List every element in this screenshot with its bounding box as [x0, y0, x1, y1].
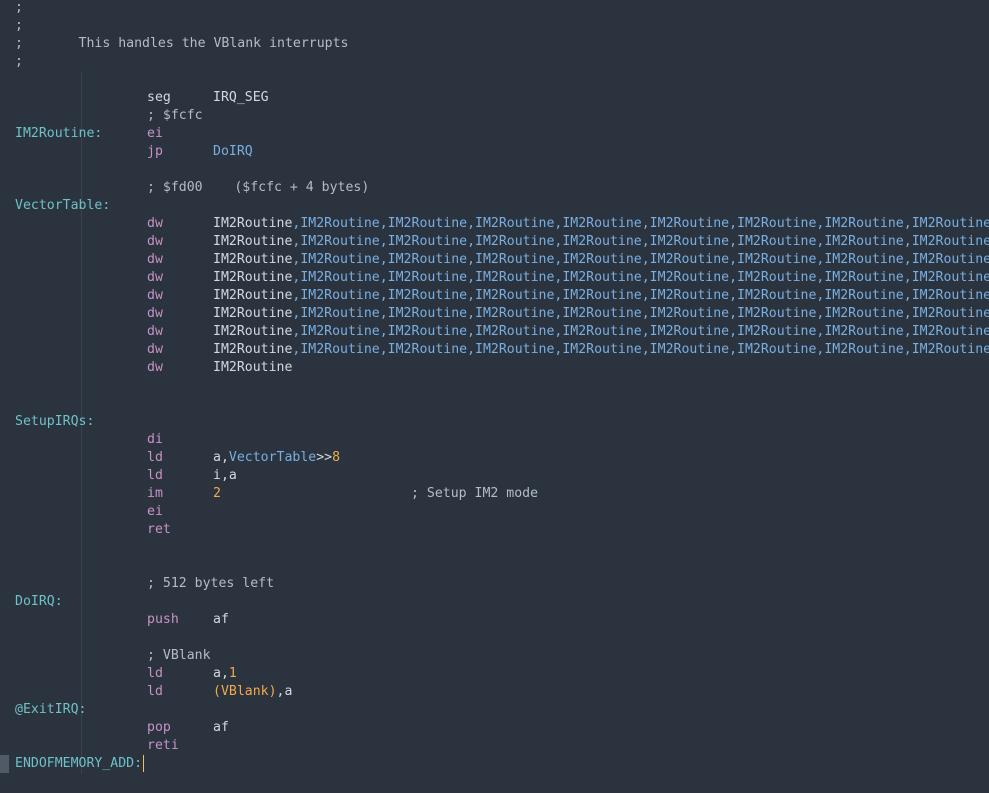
- instruction: ld: [147, 666, 163, 681]
- paren: (: [213, 684, 221, 699]
- instruction: jp: [147, 144, 163, 159]
- instruction: ei: [147, 504, 163, 519]
- instruction: ret: [147, 522, 171, 537]
- dw-operands-rest: ,IM2Routine,IM2Routine,IM2Routine,IM2Rou…: [292, 216, 989, 231]
- instruction: ld: [147, 450, 163, 465]
- dw-operands-rest: ,IM2Routine,IM2Routine,IM2Routine,IM2Rou…: [292, 270, 989, 285]
- code-line: @ExitIRQ:: [15, 701, 86, 719]
- instruction: dw: [147, 342, 163, 357]
- comment-text: ; $fcfc: [147, 108, 203, 123]
- label-exitirq: @ExitIRQ:: [15, 702, 87, 717]
- dw-operand: IM2Routine: [213, 216, 293, 231]
- symbol-ref: VBlank: [220, 684, 269, 699]
- current-code-line[interactable]: ENDOFMEMORY_ADD:: [15, 755, 145, 773]
- seg-operand: IRQ_SEG: [213, 90, 269, 105]
- operand: i,a: [213, 468, 237, 483]
- instruction: ei: [147, 126, 163, 141]
- code-line: ;: [15, 0, 23, 17]
- dw-operands-rest: ,IM2Routine,IM2Routine,IM2Routine,IM2Rou…: [292, 324, 989, 339]
- instruction: di: [147, 432, 163, 447]
- comment-text: ;: [15, 18, 23, 33]
- label-setupirqs: SetupIRQs:: [15, 414, 95, 429]
- label-vectortable: VectorTable:: [15, 198, 111, 213]
- dw-operands-rest: ,IM2Routine,IM2Routine,IM2Routine,IM2Rou…: [292, 288, 989, 303]
- code-line: DoIRQ:: [15, 593, 63, 611]
- instruction: dw: [147, 270, 163, 285]
- operand: a,: [213, 666, 229, 681]
- dw-operands-rest: ,IM2Routine,IM2Routine,IM2Routine,IM2Rou…: [292, 342, 989, 357]
- paren: ): [268, 684, 277, 699]
- label-im2routine: IM2Routine:: [15, 126, 103, 141]
- operand: af: [213, 612, 229, 627]
- code-editor[interactable]: ; ; ; This handles the VBlank interrupts…: [0, 0, 989, 793]
- dw-operand: IM2Routine: [213, 342, 293, 357]
- label-endofmemory: ENDOFMEMORY_ADD:: [15, 756, 143, 771]
- instruction: pop: [147, 720, 171, 735]
- instruction: im: [147, 486, 163, 501]
- number-literal: 2: [213, 486, 221, 501]
- comment-text: ; 512 bytes left: [147, 576, 275, 591]
- instruction: ld: [147, 684, 163, 699]
- instruction: dw: [147, 324, 163, 339]
- dw-operands-rest: ,IM2Routine,IM2Routine,IM2Routine,IM2Rou…: [292, 234, 989, 249]
- operand: ,a: [276, 684, 293, 699]
- comment-text: ; Setup IM2 mode: [411, 486, 539, 501]
- current-line-marker: [0, 755, 9, 773]
- dw-operands-rest: ,IM2Routine,IM2Routine,IM2Routine,IM2Rou…: [292, 306, 989, 321]
- comment-text: ; $fd00 ($fcfc + 4 bytes): [147, 180, 370, 195]
- dw-operand: IM2Routine: [213, 288, 293, 303]
- instruction: dw: [147, 288, 163, 303]
- dw-operand: IM2Routine: [213, 270, 293, 285]
- dw-operands-rest: ,IM2Routine,IM2Routine,IM2Routine,IM2Rou…: [292, 252, 989, 267]
- instruction: dw: [147, 252, 163, 267]
- instruction: dw: [147, 360, 163, 375]
- text-cursor: [143, 755, 145, 772]
- shift-operator: >>: [316, 450, 333, 465]
- code-line: ;: [15, 17, 23, 35]
- code-line: SetupIRQs:: [15, 413, 94, 431]
- label-doirq: DoIRQ:: [15, 594, 63, 609]
- symbol-ref: DoIRQ: [213, 144, 253, 159]
- instruction: push: [147, 612, 179, 627]
- code-line: ;: [15, 53, 23, 71]
- symbol-ref: VectorTable: [228, 450, 317, 465]
- operand: a,: [213, 450, 229, 465]
- dw-operand: IM2Routine: [213, 252, 293, 267]
- code-line: IM2Routine: ei: [15, 125, 163, 143]
- instruction: ld: [147, 468, 163, 483]
- instruction: dw: [147, 234, 163, 249]
- comment-text: ;: [15, 54, 23, 69]
- dw-operand: IM2Routine: [213, 360, 293, 375]
- number-literal: 1: [228, 666, 237, 681]
- instruction: reti: [147, 738, 179, 753]
- code-line: ; This handles the VBlank interrupts: [15, 35, 348, 53]
- dw-operand: IM2Routine: [213, 234, 293, 249]
- header-comment: ; This handles the VBlank interrupts: [15, 36, 349, 51]
- comment-text: ;: [15, 0, 23, 15]
- operand: af: [213, 720, 229, 735]
- comment-text: ; VBlank: [147, 648, 211, 663]
- instruction: dw: [147, 306, 163, 321]
- seg-directive: seg: [147, 90, 171, 105]
- number-literal: 8: [332, 450, 341, 465]
- dw-operand: IM2Routine: [213, 324, 293, 339]
- dw-operand: IM2Routine: [213, 306, 293, 321]
- instruction: dw: [147, 216, 163, 231]
- code-line: VectorTable:: [15, 197, 110, 215]
